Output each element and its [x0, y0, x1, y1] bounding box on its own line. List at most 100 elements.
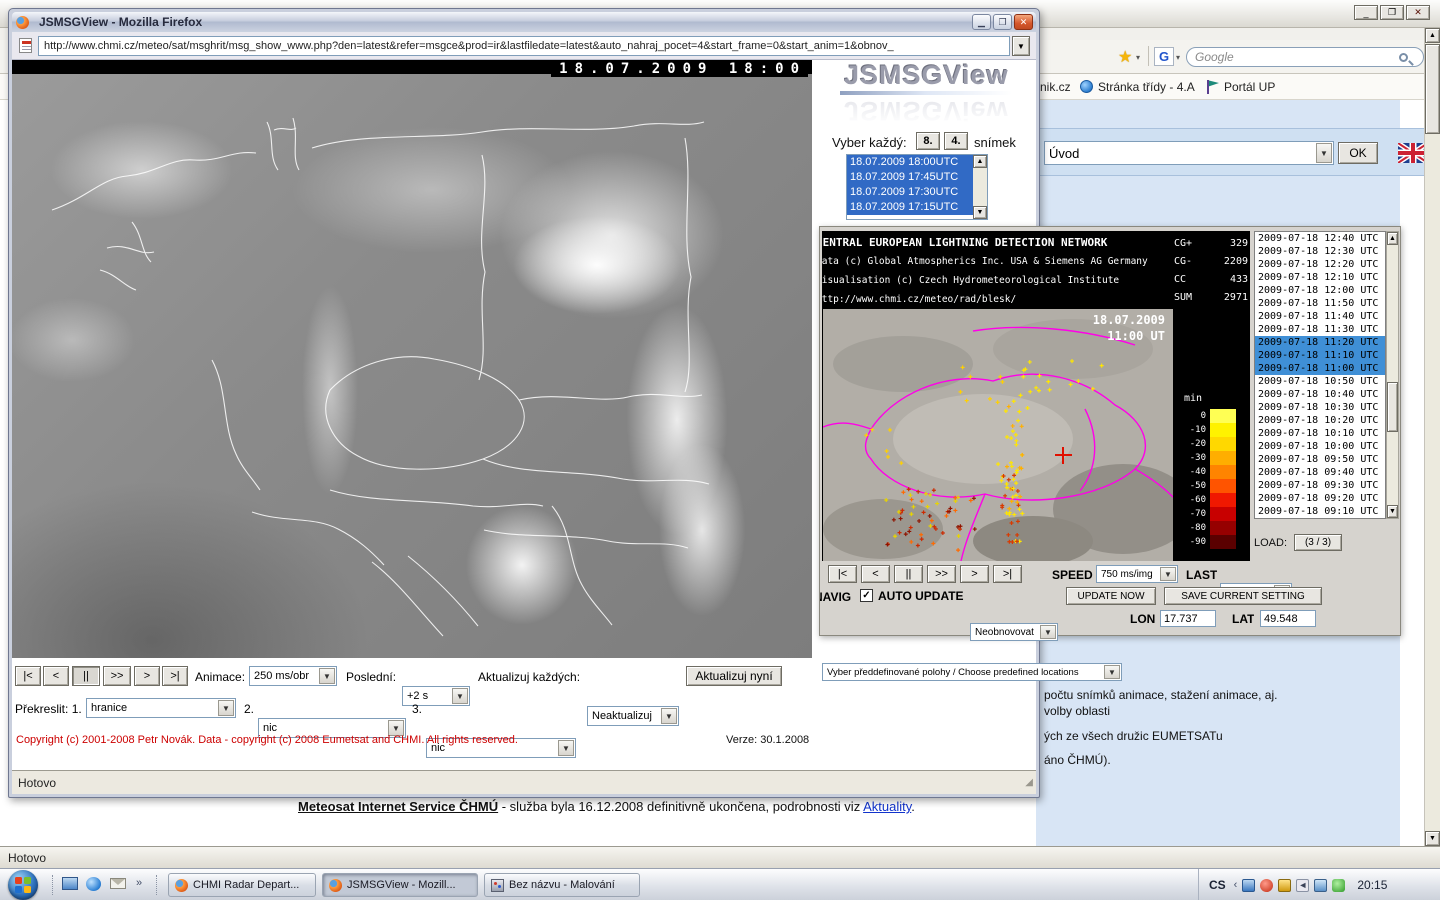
time-list[interactable]: 2009-07-18 12:40 UTC 2009-07-18 12:30 UT… — [1254, 231, 1386, 519]
scroll-down-icon[interactable]: ▼ — [1425, 831, 1440, 846]
time-list-item[interactable]: 2009-07-18 12:20 UTC — [1255, 258, 1385, 271]
bg-minimize-button[interactable]: _ — [1354, 5, 1378, 20]
time-list-item[interactable]: 2009-07-18 10:50 UTC — [1255, 375, 1385, 388]
bookmark-item[interactable]: Stránka třídy - 4.A — [1098, 80, 1195, 94]
fw-titlebar[interactable]: JSMSGView - Mozilla Firefox ▁ ❐ ✕ — [12, 12, 1036, 32]
language-indicator[interactable]: CS — [1209, 878, 1226, 892]
chevron-down-icon[interactable]: ▼ — [218, 700, 234, 716]
refresh-select[interactable]: Neobnovovat▼ — [970, 623, 1058, 641]
overlay1-select[interactable]: hranice▼ — [86, 698, 236, 718]
time-list-item[interactable]: 2009-07-18 10:10 UTC — [1255, 427, 1385, 440]
frame-list-item[interactable]: 18.07.2009 17:45UTC — [847, 170, 987, 185]
bg-close-button[interactable]: ✕ — [1406, 5, 1430, 20]
ldn-pause-button[interactable]: || — [894, 565, 923, 583]
time-list-item[interactable]: 2009-07-18 09:20 UTC — [1255, 492, 1385, 505]
every-4-button[interactable]: 4. — [944, 132, 968, 150]
next-frame-button[interactable]: > — [134, 666, 160, 686]
animace-select[interactable]: 250 ms/obr▼ — [249, 666, 337, 686]
stop-button[interactable]: || — [72, 666, 100, 686]
chevron-down-icon[interactable]: ▼ — [319, 668, 335, 684]
time-list-item[interactable]: 2009-07-18 10:00 UTC — [1255, 440, 1385, 453]
time-list-item[interactable]: 2009-07-18 12:30 UTC — [1255, 245, 1385, 258]
lightning-map[interactable]: 18.07.2009 11:00 UT — [823, 309, 1173, 561]
tray-network-icon[interactable] — [1242, 879, 1255, 892]
bg-maximize-button[interactable]: ❐ — [1380, 5, 1404, 20]
quicklaunch-expand-chevron-icon[interactable]: » — [136, 877, 142, 889]
task-jsmsgview[interactable]: JSMSGView - Mozill... — [322, 873, 478, 897]
scroll-down-icon[interactable]: ▼ — [1387, 505, 1398, 518]
time-list-item[interactable]: 2009-07-18 10:20 UTC — [1255, 414, 1385, 427]
auto-update-checkbox[interactable]: ✓ — [860, 589, 873, 602]
bg-page-scrollbar[interactable]: ▲ ▼ — [1424, 28, 1440, 846]
lat-input[interactable] — [1260, 610, 1316, 627]
lon-input[interactable] — [1160, 610, 1216, 627]
quicklaunch-browser-icon[interactable] — [86, 877, 101, 891]
aktualizuj-nyni-button[interactable]: Aktualizuj nyní — [686, 666, 782, 686]
time-list-item-selected[interactable]: 2009-07-18 11:00 UTC — [1255, 362, 1385, 375]
scroll-up-icon[interactable]: ▲ — [973, 155, 987, 168]
resize-grip[interactable]: ◢ — [1025, 777, 1033, 788]
predefined-locations-select[interactable]: Vyber předdefinované polohy / Choose pre… — [822, 663, 1122, 681]
chevron-down-icon[interactable]: ▼ — [1316, 143, 1332, 163]
play-fast-button[interactable]: >> — [103, 666, 131, 686]
tray-clock[interactable]: 20:15 — [1357, 878, 1387, 892]
google-dropdown-icon[interactable]: ▾ — [1176, 53, 1180, 62]
aktuality-link[interactable]: Aktuality — [863, 799, 911, 814]
search-magnifier-icon[interactable] — [1399, 53, 1408, 62]
scroll-up-icon[interactable]: ▲ — [1425, 28, 1440, 43]
google-search-box[interactable] — [1186, 47, 1424, 67]
tasklist-separator[interactable] — [156, 875, 159, 895]
maximize-button[interactable]: ❐ — [993, 14, 1012, 30]
first-frame-button[interactable]: |< — [15, 666, 41, 686]
page-section-select[interactable]: Úvod ▼ — [1044, 141, 1334, 165]
ldn-prev-button[interactable]: < — [861, 565, 890, 583]
ldn-next-button[interactable]: > — [960, 565, 989, 583]
time-list-item-selected[interactable]: 2009-07-18 11:10 UTC — [1255, 349, 1385, 362]
time-list-item[interactable]: 2009-07-18 09:50 UTC — [1255, 453, 1385, 466]
time-list-item[interactable]: 2009-07-18 09:30 UTC — [1255, 479, 1385, 492]
ldn-first-button[interactable]: |< — [828, 565, 857, 583]
time-list-item[interactable]: 2009-07-18 12:00 UTC — [1255, 284, 1385, 297]
prev-frame-button[interactable]: < — [43, 666, 69, 686]
url-dropdown-icon[interactable]: ▼ — [1012, 36, 1030, 56]
ldn-last-button[interactable]: >| — [993, 565, 1022, 583]
chevron-down-icon[interactable]: ▼ — [1040, 625, 1056, 639]
time-list-item-selected[interactable]: 2009-07-18 11:20 UTC — [1255, 336, 1385, 349]
google-search-input[interactable] — [1195, 50, 1393, 64]
quicklaunch-separator[interactable] — [52, 875, 55, 895]
bookmark-star-dropdown-icon[interactable]: ▾ — [1136, 53, 1140, 62]
tray-update-shield-icon[interactable] — [1278, 879, 1291, 892]
tray-messenger-icon[interactable] — [1332, 879, 1345, 892]
tray-collapse-chevron-icon[interactable]: ‹ — [1234, 879, 1238, 891]
quicklaunch-show-desktop-icon[interactable] — [62, 877, 78, 890]
tray-display-icon[interactable] — [1314, 879, 1327, 892]
time-list-item[interactable]: 2009-07-18 09:10 UTC — [1255, 505, 1385, 518]
scroll-down-icon[interactable]: ▼ — [973, 206, 987, 219]
time-list-item[interactable]: 2009-07-18 10:30 UTC — [1255, 401, 1385, 414]
time-list-item[interactable]: 2009-07-18 10:40 UTC — [1255, 388, 1385, 401]
load-count-button[interactable]: (3 / 3) — [1294, 534, 1342, 551]
chevron-down-icon[interactable]: ▼ — [1104, 665, 1120, 679]
tray-antivirus-icon[interactable] — [1260, 879, 1273, 892]
frame-list-item[interactable]: 18.07.2009 18:00UTC — [847, 155, 987, 170]
chevron-down-icon[interactable]: ▼ — [1160, 567, 1176, 581]
scroll-up-icon[interactable]: ▲ — [1387, 232, 1398, 245]
ok-button[interactable]: OK — [1338, 142, 1378, 164]
time-list-item[interactable]: 2009-07-18 11:50 UTC — [1255, 297, 1385, 310]
save-setting-button[interactable]: SAVE CURRENT SETTING — [1164, 587, 1322, 605]
url-input[interactable] — [38, 36, 1010, 56]
time-list-item[interactable]: 2009-07-18 11:30 UTC — [1255, 323, 1385, 336]
task-paint[interactable]: Bez názvu - Malování — [484, 873, 640, 897]
time-list-item[interactable]: 2009-07-18 12:10 UTC — [1255, 271, 1385, 284]
frame-list-scrollbar[interactable]: ▲ ▼ — [973, 155, 987, 219]
satellite-image[interactable]: 18.07.2009 18:00 — [12, 60, 812, 658]
scrollbar-thumb[interactable] — [1425, 44, 1440, 134]
ldn-play-button[interactable]: >> — [927, 565, 956, 583]
google-g-icon[interactable]: G — [1154, 47, 1174, 66]
start-button[interactable] — [8, 870, 38, 900]
every-8-button[interactable]: 8. — [916, 132, 940, 150]
bookmark-star-icon[interactable]: ★ — [1118, 47, 1132, 67]
frame-list-item[interactable]: 18.07.2009 17:15UTC — [847, 200, 987, 215]
bookmark-item[interactable]: Portál UP — [1224, 80, 1275, 94]
time-list-scrollbar[interactable]: ▲ ▼ — [1386, 231, 1399, 519]
